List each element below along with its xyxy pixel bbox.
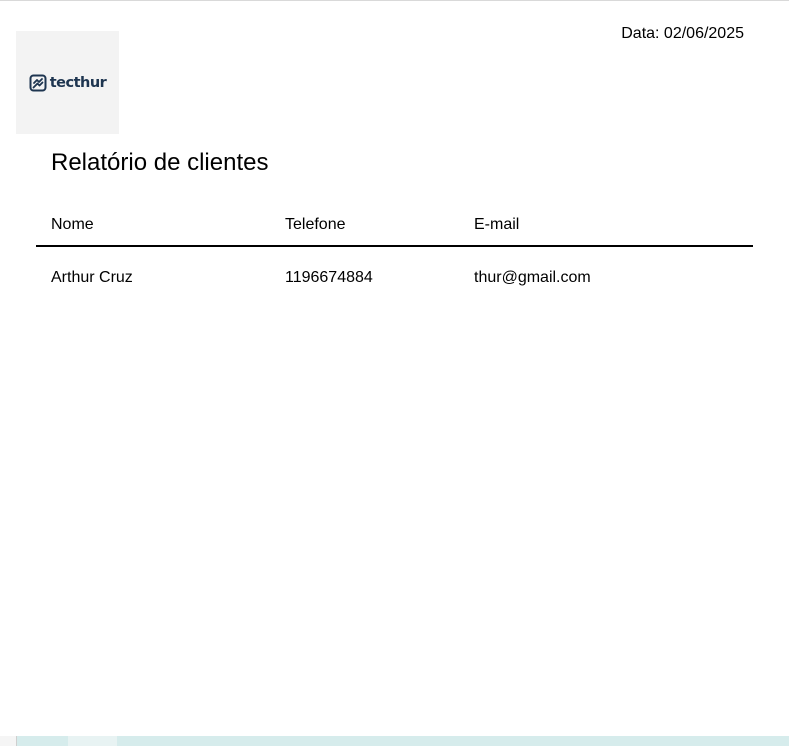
bottom-strip xyxy=(0,736,789,746)
report-page: Data: 02/06/2025 tecthur Relatório de cl… xyxy=(0,0,789,735)
bottom-strip-segment xyxy=(68,736,117,746)
cell-nome: Arthur Cruz xyxy=(51,269,133,286)
column-header-nome: Nome xyxy=(36,205,285,247)
table-header-row: Nome Telefone E-mail xyxy=(36,205,753,247)
clients-table: Nome Telefone E-mail Arthur Cruz 1196674… xyxy=(36,205,753,309)
page-title: Relatório de clientes xyxy=(51,149,269,176)
bottom-strip-segment xyxy=(0,736,17,746)
cell-telefone: 1196674884 xyxy=(285,269,373,286)
logo-text: tecthur xyxy=(49,74,107,91)
table-row: Arthur Cruz 1196674884 thur@gmail.com xyxy=(36,246,753,309)
logo-inner: tecthur xyxy=(29,74,107,92)
column-header-telefone: Telefone xyxy=(285,205,474,247)
column-header-email: E-mail xyxy=(474,205,753,247)
cell-email: thur@gmail.com xyxy=(474,269,591,286)
report-date: Data: 02/06/2025 xyxy=(621,25,744,42)
company-logo: tecthur xyxy=(16,31,119,134)
logo-icon xyxy=(29,74,47,91)
